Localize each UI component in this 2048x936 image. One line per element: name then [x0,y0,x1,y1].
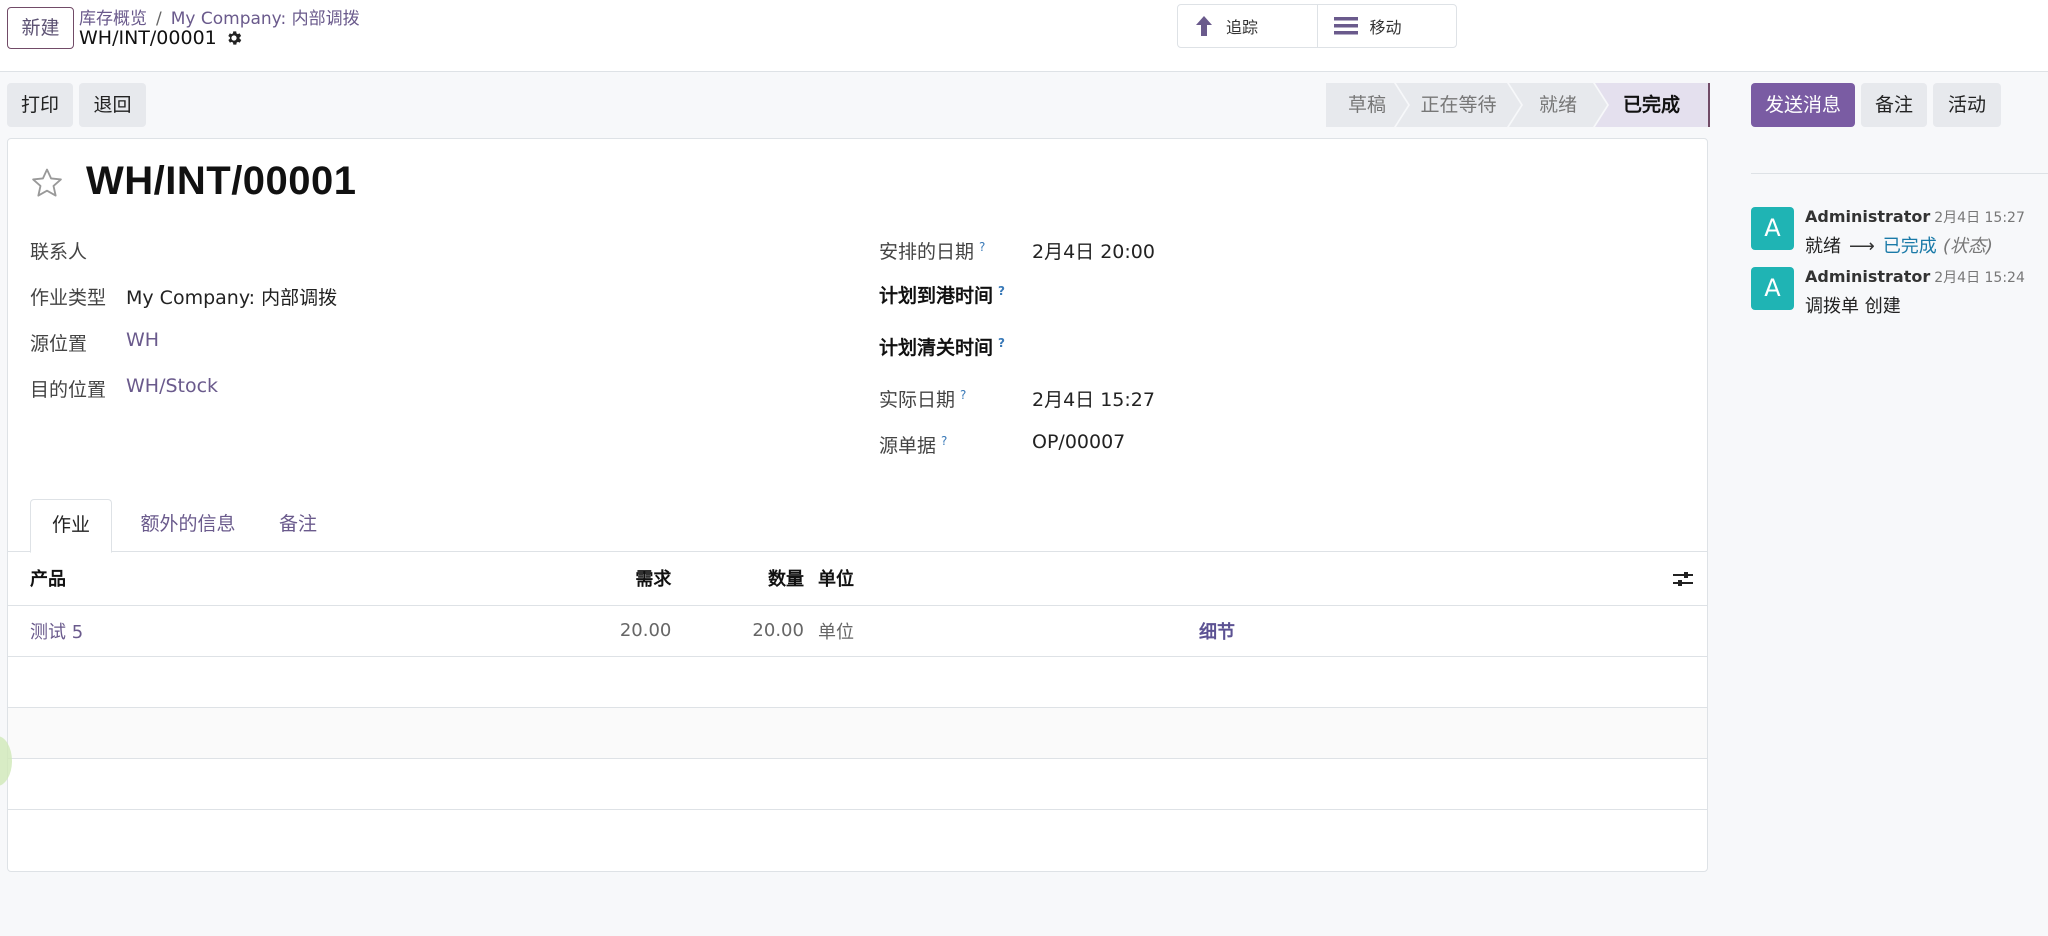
column-product[interactable]: 产品 [8,552,562,606]
help-tooltip-icon[interactable]: ? [998,336,1005,350]
operation-type-field[interactable]: My Company: 内部调拨 [126,283,337,310]
list-icon [1333,17,1358,35]
effective-date-label: 实际日期? [879,385,966,412]
arrow-up-icon [1196,16,1212,36]
smart-buttons: 追踪 移动 [1177,4,1457,48]
effective-date-field: 2月4日 15:27 [1032,389,1155,411]
statusbar: 草稿 正在等待 就绪 已完成 [1326,83,1710,127]
breadcrumb-separator: / [156,9,162,29]
new-button[interactable]: 新建 [7,7,74,49]
message-body: 调拨单 创建 [1805,296,1901,317]
send-message-button[interactable]: 发送消息 [1751,83,1855,127]
tracking-old-value: 就绪 [1805,236,1841,257]
column-demand[interactable]: 需求 [561,552,672,606]
uom-cell: 单位 细节 [803,605,1249,657]
avatar[interactable]: A [1751,207,1794,250]
help-tooltip-icon[interactable]: ? [998,284,1005,298]
arrow-right-icon: ⟶ [1849,236,1875,257]
customs-clearance-field[interactable] [1032,333,1432,357]
notebook-tabs: 作业 额外的信息 备注 [8,499,1707,553]
record-title: WH/INT/00001 [86,159,357,203]
tracking-value: 就绪 ⟶ 已完成 (状态) [1805,232,1993,258]
tab-operations[interactable]: 作业 [30,499,112,553]
scheduled-date-label: 安排的日期? [879,237,985,264]
log-note-button[interactable]: 备注 [1861,83,1927,127]
product-cell[interactable]: 测试 5 [8,605,562,657]
traceability-label: 追踪 [1226,18,1259,37]
message-date: 2月4日 15:27 [1934,210,2025,226]
customs-clearance-label: 计划清关时间? [879,333,1005,360]
scheduled-date-label-text: 安排的日期 [879,241,975,263]
breadcrumb-item-inventory-overview[interactable]: 库存概览 [79,9,147,29]
stage-draft[interactable]: 草稿 [1326,83,1408,127]
star-icon[interactable] [30,166,64,200]
partner-field[interactable] [126,237,506,261]
message-header: Administrator 2月4日 15:24 [1805,267,2025,287]
tab-additional-info[interactable]: 额外的信息 [122,499,254,552]
tracking-new-value: 已完成 [1882,236,1937,257]
optional-columns-toggle[interactable] [1248,552,1707,606]
traceability-button[interactable]: 追踪 [1178,5,1317,47]
empty-row [8,758,1707,810]
tracking-field-name: (状态) [1942,236,1993,257]
stage-ready[interactable]: 就绪 [1509,83,1607,127]
details-link[interactable]: 细节 [1199,622,1235,643]
effective-date-label-text: 实际日期 [879,389,956,411]
message-author[interactable]: Administrator [1805,207,1930,226]
row-spacer [1248,605,1707,657]
quantity-cell[interactable]: 20.00 [671,605,804,657]
control-panel: 新建 库存概览 / My Company: 内部调拨 WH/INT/00001 追踪… [0,0,2048,72]
stage-waiting[interactable]: 正在等待 [1396,83,1521,127]
destination-location-label: 目的位置 [30,379,107,401]
help-tooltip-icon[interactable]: ? [960,388,966,402]
message-date: 2月4日 15:24 [1934,270,2025,286]
source-document-label: 源单据? [879,431,947,458]
avatar[interactable]: A [1751,267,1794,310]
activities-button[interactable]: 活动 [1933,83,2001,127]
moves-label: 移动 [1369,18,1402,37]
gear-icon[interactable] [225,29,243,47]
source-location-field[interactable]: WH [126,329,159,351]
record-name-text: WH/INT/00001 [79,27,217,49]
help-tooltip-icon[interactable]: ? [941,434,947,448]
eta-label-text: 计划到港时间 [879,285,994,307]
message-author[interactable]: Administrator [1805,267,1930,286]
scheduled-date-field[interactable]: 2月4日 20:00 [1032,237,1155,264]
breadcrumb: 库存概览 / My Company: 内部调拨 [79,4,360,29]
table-row[interactable]: 测试 5 20.00 20.00 单位 细节 [8,605,1707,657]
tab-note[interactable]: 备注 [264,499,332,552]
source-document-field[interactable]: OP/00007 [1032,431,1125,453]
operations-table: 产品 需求 数量 单位 测试 5 20.00 20.00 单位 细节 [8,552,1707,810]
operation-type-label: 作业类型 [30,287,107,309]
table-header: 产品 需求 数量 单位 [8,552,1707,606]
breadcrumb-item-operation-type[interactable]: My Company: 内部调拨 [171,9,360,29]
print-button[interactable]: 打印 [7,83,73,127]
sliders-icon [1673,571,1693,586]
source-location-label: 源位置 [30,333,88,355]
empty-row [8,656,1707,708]
moves-button[interactable]: 移动 [1316,5,1457,47]
message-header: Administrator 2月4日 15:27 [1805,207,2025,227]
chatter-divider [1751,173,2048,174]
record-name: WH/INT/00001 [79,27,243,49]
destination-location-field[interactable]: WH/Stock [126,375,218,397]
help-tooltip-icon[interactable]: ? [979,240,985,254]
uom-text: 单位 [817,621,854,643]
source-document-label-text: 源单据 [879,435,937,457]
form-sheet: WH/INT/00001 联系人 作业类型 My Company: 内部调拨 源… [7,138,1708,872]
empty-row [8,707,1707,759]
eta-field[interactable] [1032,281,1432,305]
demand-cell[interactable]: 20.00 [561,605,672,657]
column-uom[interactable]: 单位 [803,552,1249,606]
customs-clearance-label-text: 计划清关时间 [879,337,994,359]
eta-label: 计划到港时间? [879,281,1005,308]
stage-done[interactable]: 已完成 [1595,83,1710,127]
partner-label: 联系人 [30,241,88,263]
return-button[interactable]: 退回 [79,83,146,127]
column-quantity[interactable]: 数量 [671,552,804,606]
